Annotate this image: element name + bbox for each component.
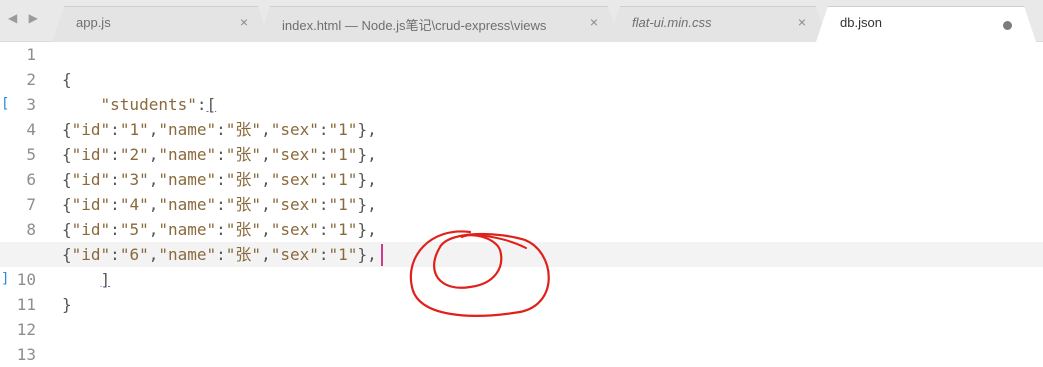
tab-flat-ui-css[interactable]: flat-ui.min.css × bbox=[608, 6, 828, 42]
tab-label: index.html — Node.js笔记\crud-express\view… bbox=[282, 18, 547, 33]
code-line[interactable]: {"id":"6","name":"张","sex":"1"}, bbox=[62, 242, 377, 267]
text-cursor bbox=[381, 244, 383, 266]
line-number: 5 bbox=[0, 142, 44, 167]
bracket-marker-icon: ] bbox=[1, 271, 10, 287]
line-number-text: 4 bbox=[26, 120, 36, 139]
code-line[interactable]: ] bbox=[62, 267, 111, 292]
line-number-text: 3 bbox=[26, 95, 36, 114]
code-line[interactable]: "students":[ bbox=[62, 92, 217, 117]
unsaved-dot-icon[interactable] bbox=[1003, 21, 1012, 30]
line-number: 11 bbox=[0, 292, 44, 317]
line-number: 12 bbox=[0, 317, 44, 342]
line-number-text: 12 bbox=[16, 320, 36, 339]
code-line[interactable]: {"id":"3","name":"张","sex":"1"}, bbox=[62, 167, 377, 192]
line-number: ] 10 bbox=[0, 267, 44, 292]
code-editor[interactable]: 12[3456789]10111213 { "students":[{"id":… bbox=[0, 42, 1043, 365]
line-number-text: 1 bbox=[26, 45, 36, 64]
line-number-text: 6 bbox=[26, 170, 36, 189]
bracket-marker-icon: [ bbox=[1, 96, 10, 112]
tab-nav-arrows-icon[interactable]: ◀ ▶ bbox=[8, 11, 42, 25]
tab-app-js[interactable]: app.js × bbox=[52, 6, 270, 42]
tab-label: flat-ui.min.css bbox=[632, 15, 712, 30]
code-line[interactable]: {"id":"2","name":"张","sex":"1"}, bbox=[62, 142, 377, 167]
code-line[interactable]: {"id":"5","name":"张","sex":"1"}, bbox=[62, 217, 377, 242]
tab-index-html[interactable]: index.html — Node.js笔记\crud-express\view… bbox=[258, 6, 620, 42]
tab-label: db.json bbox=[840, 15, 882, 30]
close-icon[interactable]: × bbox=[798, 14, 806, 30]
line-number: 6 bbox=[0, 167, 44, 192]
tab-bar: ◀ ▶ app.js × index.html — Node.js笔记\crud… bbox=[0, 0, 1043, 42]
code-line[interactable]: { bbox=[62, 67, 72, 92]
line-number-text: 5 bbox=[26, 145, 36, 164]
code-line[interactable]: {"id":"4","name":"张","sex":"1"}, bbox=[62, 192, 377, 217]
tab-label: app.js bbox=[76, 15, 111, 30]
code-line[interactable]: {"id":"1","name":"张","sex":"1"}, bbox=[62, 117, 377, 142]
close-icon[interactable]: × bbox=[590, 14, 598, 30]
line-number-text: 13 bbox=[16, 345, 36, 364]
line-number-text: 8 bbox=[26, 220, 36, 239]
line-number-text: 2 bbox=[26, 70, 36, 89]
line-number: 1 bbox=[0, 42, 44, 67]
line-number: 4 bbox=[0, 117, 44, 142]
line-number: [3 bbox=[0, 92, 44, 117]
code-line[interactable]: } bbox=[62, 292, 72, 317]
line-number: 13 bbox=[0, 342, 44, 367]
line-number: 7 bbox=[0, 192, 44, 217]
line-number: 8 bbox=[0, 217, 44, 242]
tab-db-json[interactable]: db.json bbox=[816, 6, 1036, 42]
line-number-text: 11 bbox=[16, 295, 36, 314]
close-icon[interactable]: × bbox=[240, 14, 248, 30]
line-number-text: 7 bbox=[26, 195, 36, 214]
line-number: 2 bbox=[0, 67, 44, 92]
line-number-text: 10 bbox=[16, 270, 36, 289]
